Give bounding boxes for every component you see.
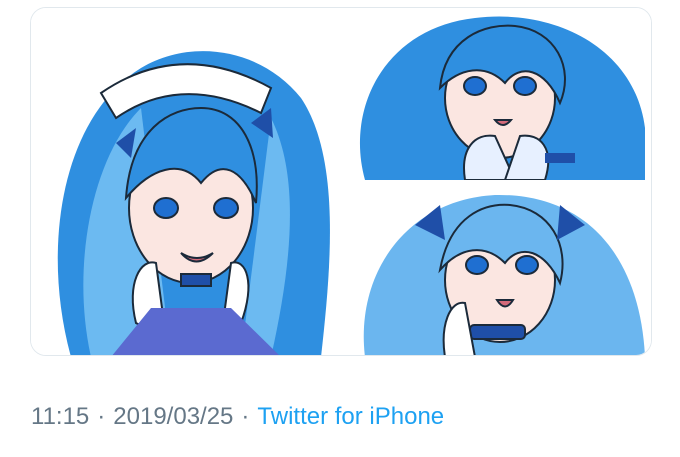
- tweet-source-link[interactable]: Twitter for iPhone: [257, 403, 444, 430]
- tweet-time[interactable]: 11:15: [31, 403, 89, 430]
- meta-separator: ·: [97, 403, 106, 430]
- illustration-maid-character: [31, 8, 339, 355]
- media-image-2[interactable]: [345, 8, 651, 180]
- illustration-fingers-character: [345, 8, 651, 180]
- tweet-date[interactable]: 2019/03/25: [113, 403, 233, 430]
- tweet-metadata: 11:15 · 2019/03/25 · Twitter for iPhone: [31, 400, 444, 434]
- illustration-ribbons-character: [345, 185, 651, 355]
- meta-separator: ·: [241, 403, 250, 430]
- media-image-3[interactable]: [345, 185, 651, 355]
- tweet-media-grid: [30, 7, 652, 356]
- media-image-1[interactable]: [31, 8, 339, 355]
